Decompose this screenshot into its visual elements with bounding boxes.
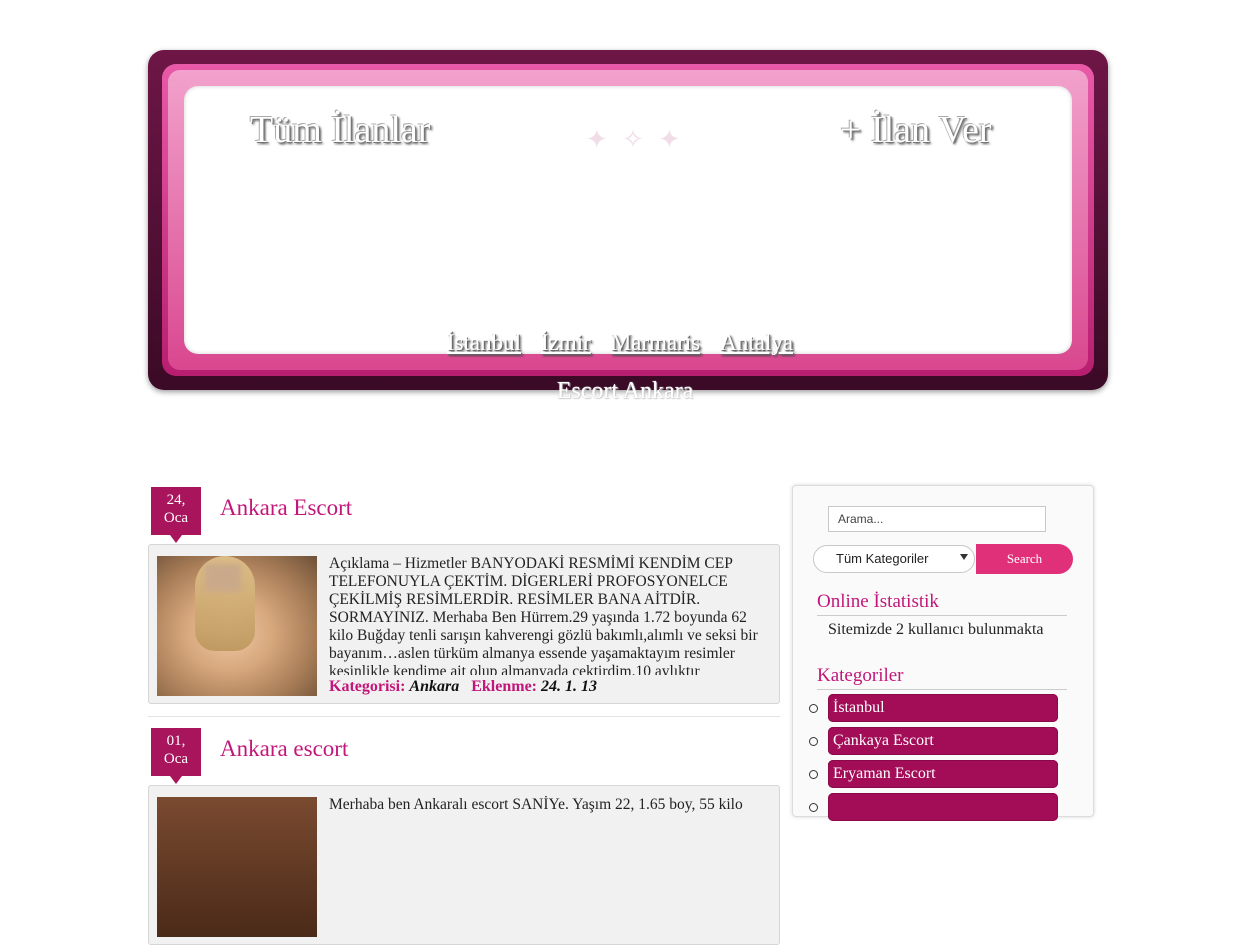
- all-listings-link[interactable]: Tüm İlanlar: [250, 108, 430, 152]
- post-content-box: Merhaba ben Ankaralı escort SANİYe. Yaşı…: [148, 785, 780, 945]
- city-link-marmaris[interactable]: Marmaris: [611, 330, 700, 356]
- city-nav: İstanbul İzmir Marmaris Antalya: [0, 330, 1240, 356]
- stats-text: Sitemizde 2 kullanıcı bulunmakta: [828, 621, 1044, 638]
- date-day: 01,: [166, 733, 186, 749]
- category-link-istanbul[interactable]: İstanbul: [828, 694, 1058, 722]
- post-thumbnail[interactable]: [157, 797, 317, 937]
- category-value[interactable]: Ankara: [409, 678, 459, 695]
- bullet-icon: [809, 737, 818, 746]
- category-link-next[interactable]: [828, 793, 1058, 821]
- post-title[interactable]: Ankara Escort: [220, 495, 352, 521]
- date-month: Oca: [163, 751, 189, 767]
- added-label: Eklenme:: [471, 678, 537, 695]
- date-day: 24,: [166, 492, 186, 508]
- category-select[interactable]: Tüm Kategoriler: [813, 545, 975, 573]
- chevron-down-icon: [960, 554, 968, 560]
- city-link-istanbul[interactable]: İstanbul: [447, 330, 521, 356]
- category-link-cankaya[interactable]: Çankaya Escort: [828, 727, 1058, 755]
- post-description: Açıklama – Hizmetler BANYODAKİ RESMİMİ K…: [329, 555, 758, 675]
- bullet-icon: [809, 704, 818, 713]
- post-content-box: Açıklama – Hizmetler BANYODAKİ RESMİMİ K…: [148, 544, 780, 704]
- post-title[interactable]: Ankara escort: [220, 736, 348, 762]
- category-select-value: Tüm Kategoriler: [836, 551, 929, 566]
- categories-title: Kategoriler: [817, 665, 1067, 690]
- category-link-eryaman[interactable]: Eryaman Escort: [828, 760, 1058, 788]
- site-title[interactable]: Escort Ankara: [0, 378, 1240, 405]
- date-badge: 01, Oca: [151, 728, 201, 784]
- post-listing-link[interactable]: + İlan Ver: [840, 108, 992, 152]
- category-label: Kategorisi:: [329, 678, 406, 695]
- search-input[interactable]: Arama...: [828, 506, 1046, 532]
- post-description: Merhaba ben Ankaralı escort SANİYe. Yaşı…: [329, 796, 743, 813]
- date-badge: 24, Oca: [151, 487, 201, 543]
- bullet-icon: [809, 803, 818, 812]
- city-link-izmir[interactable]: İzmir: [541, 330, 591, 356]
- added-value: 24. 1. 13: [541, 678, 597, 695]
- post-meta: Kategorisi: Ankara Eklenme: 24. 1. 13: [329, 678, 605, 696]
- stats-title: Online İstatistik: [817, 591, 1067, 616]
- thumbnail-blur: [205, 564, 241, 592]
- site-logo[interactable]: ✦ ✧ ✦: [555, 125, 715, 195]
- post-thumbnail[interactable]: [157, 556, 317, 696]
- post-divider: [148, 716, 780, 717]
- bullet-icon: [809, 770, 818, 779]
- city-link-antalya[interactable]: Antalya: [720, 330, 793, 356]
- search-button[interactable]: Search: [976, 544, 1073, 574]
- date-month: Oca: [163, 510, 189, 526]
- sidebar: Arama... Tüm Kategoriler Search Online İ…: [792, 485, 1094, 821]
